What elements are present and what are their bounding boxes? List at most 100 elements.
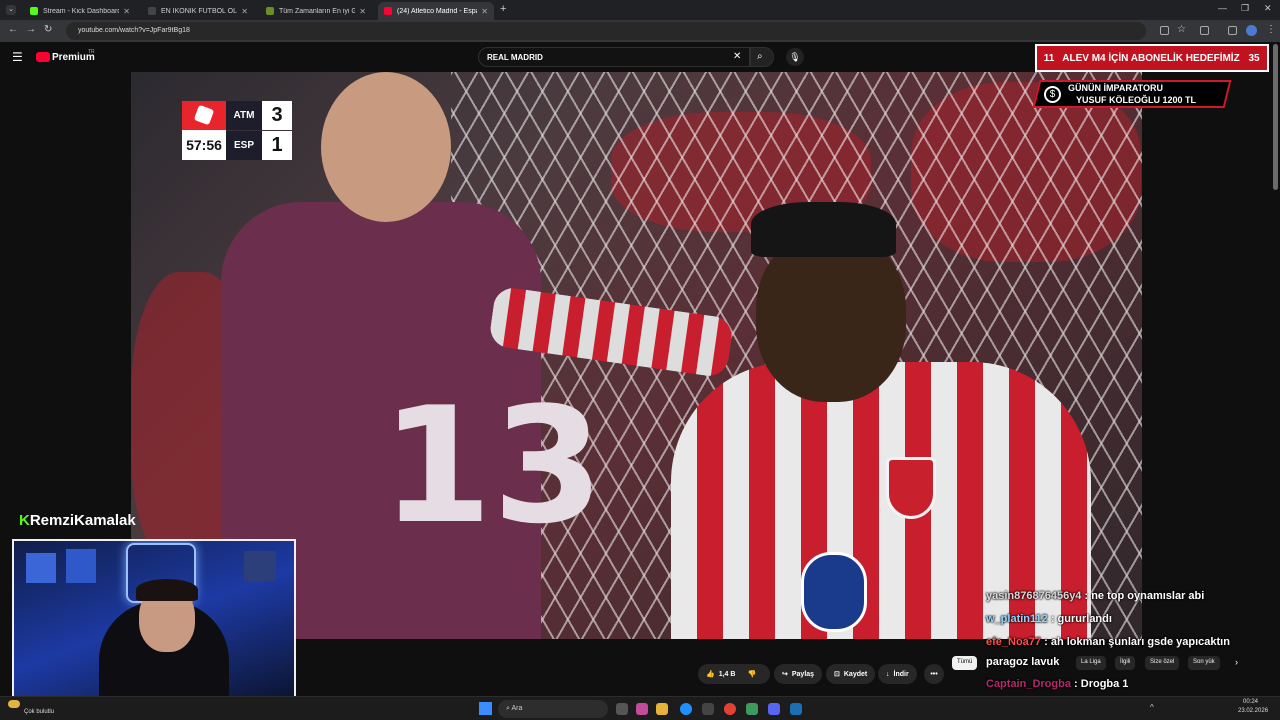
copilot-icon[interactable] (636, 703, 648, 715)
forward-icon[interactable]: → (26, 24, 36, 35)
edge-icon[interactable] (680, 703, 692, 715)
tab-title: (24) Atletico Madrid - Espanyol (397, 7, 477, 15)
address-bar[interactable]: youtube.com/watch?v=JpFar9tBg18 (66, 22, 1146, 40)
back-icon[interactable]: ← (8, 24, 18, 35)
cast-icon[interactable] (1160, 26, 1169, 35)
task-view-icon[interactable] (616, 703, 628, 715)
close-window-button[interactable]: ✕ (1264, 3, 1272, 14)
reload-icon[interactable]: ↻ (44, 24, 52, 35)
save-label: Kaydet (843, 670, 868, 678)
player-head (321, 72, 451, 222)
like-button[interactable]: 👍 1,4 B 👎 (698, 664, 770, 684)
sponsor-logo (801, 552, 867, 632)
star-icon[interactable]: ☆ (1177, 24, 1186, 35)
search-value: REAL MADRID (487, 53, 543, 62)
streamer-name: KRemziKamalak (19, 512, 136, 529)
chevron-right-icon[interactable]: › (1235, 657, 1238, 667)
streamer-hair (136, 579, 198, 601)
taskbar-search-label: Ara (511, 705, 523, 712)
goal-count: 11 (1043, 52, 1055, 64)
hamburger-menu-icon[interactable]: ☰ (12, 50, 23, 64)
youtube-icon (266, 7, 274, 15)
wall-frame (244, 551, 276, 581)
windows-taskbar: Çok bulutlu ⌕ Ara ^ 00:24 23.02.2026 (0, 696, 1280, 720)
tab-en-iyi-gol[interactable]: Tüm Zamanların En iyi Golü - T ✕ (260, 2, 372, 20)
wall-frame (66, 549, 96, 583)
chat-user: yasin876876456y4 (986, 590, 1082, 602)
bookmark-icon: ⊡ (834, 671, 840, 678)
match-clock: 57:56 (182, 130, 226, 160)
scoreboard: 57:56 ATM 3 ESP 1 (182, 101, 292, 160)
chrome-icon[interactable] (724, 703, 736, 715)
tab-atletico-espanyol[interactable]: (24) Atletico Madrid - Espanyol ✕ (378, 2, 494, 20)
clock-time: 00:24 (1243, 699, 1259, 705)
sidebar-icon[interactable] (1228, 26, 1237, 35)
menu-dots-icon[interactable]: ⋮ (1266, 24, 1276, 35)
browser-toolbar: ← → ↻ youtube.com/watch?v=JpFar9tBg18 ☆ … (0, 20, 1280, 42)
chat-message: Captain_Drogba : Drogba 1 (986, 678, 1128, 690)
minimize-button[interactable]: — (1218, 3, 1227, 13)
youtube-icon (148, 7, 156, 15)
thumbs-up-icon: 👍 (706, 671, 715, 678)
tab-title: Stream - Kick Dashboard (43, 7, 120, 15)
player-number: 13 (381, 372, 604, 559)
chat-text: : gururlandı (1047, 613, 1112, 625)
voice-search-icon[interactable]: 🎙 (786, 48, 804, 66)
search-input[interactable]: REAL MADRID (478, 47, 750, 67)
tab-search-button[interactable]: ⌄ (6, 5, 16, 15)
system-tray-icons[interactable] (1164, 703, 1234, 713)
chip-related[interactable]: İlgili (1115, 656, 1136, 670)
windows-start-icon[interactable] (479, 702, 492, 715)
streamer-label: RemziKamalak (29, 512, 136, 529)
chip-all[interactable]: Tümü (952, 656, 978, 670)
country-code: TR (88, 49, 95, 55)
tab-kick-dashboard[interactable]: Stream - Kick Dashboard ✕ (24, 2, 136, 20)
home-score: 3 (262, 101, 292, 130)
maximize-button[interactable]: ❐ (1241, 3, 1249, 14)
emperor-name: YUSUF KÖLEOĞLU 1200 TL (1076, 95, 1197, 105)
new-tab-button[interactable]: + (500, 3, 506, 15)
close-tab-icon[interactable]: ✕ (481, 7, 488, 16)
chip-laliga[interactable]: La Liga (1076, 656, 1106, 670)
away-score: 1 (262, 131, 292, 160)
taskbar-search[interactable]: ⌕ Ara (498, 700, 608, 718)
wall-frame (26, 553, 56, 583)
share-icon: ↪ (782, 671, 788, 678)
file-explorer-icon[interactable] (656, 703, 668, 715)
share-label: Paylaş (791, 670, 815, 678)
youtube-logo-icon[interactable] (36, 52, 50, 62)
close-tab-icon[interactable]: ✕ (241, 7, 248, 16)
chip-for-you[interactable]: Size özel (1145, 656, 1180, 670)
chat-user: efe_Noa77 (986, 636, 1042, 648)
more-icon: ••• (930, 670, 938, 678)
download-label: İndir (893, 670, 909, 678)
emperor-title: GÜNÜN İMPARATORU (1068, 83, 1163, 93)
search-icon: ⌕ (757, 51, 763, 62)
search-button[interactable]: ⌕ (750, 47, 774, 67)
weather-icon[interactable] (8, 700, 20, 708)
tab-ikonik[interactable]: EN İKONİK FUTBOL OLAYLARI ✕ (142, 2, 254, 20)
thumbs-down-icon[interactable]: 👎 (747, 670, 756, 678)
chat-text: : ah lokman şunları gsde yapıcaktın (1041, 636, 1230, 648)
save-button[interactable]: ⊡ Kaydet (826, 664, 876, 684)
player-headband (751, 202, 896, 257)
discord-icon[interactable] (768, 703, 780, 715)
download-button[interactable]: ↓ İndir (878, 664, 917, 684)
extensions-icon[interactable] (1200, 26, 1209, 35)
app-icon[interactable] (746, 703, 758, 715)
more-actions-button[interactable]: ••• (924, 664, 944, 684)
away-team: ESP (226, 131, 262, 160)
subscriber-goal-widget: 11 ALEV M4 İÇİN ABONELİK HEDEFİMİZ 35 (1035, 44, 1269, 72)
close-tab-icon[interactable]: ✕ (123, 7, 130, 16)
chip-recent[interactable]: Son yük (1188, 656, 1220, 670)
app-icon[interactable] (790, 703, 802, 715)
store-icon[interactable] (702, 703, 714, 715)
share-button[interactable]: ↪ Paylaş (774, 664, 823, 684)
close-tab-icon[interactable]: ✕ (359, 7, 366, 16)
url-text: youtube.com/watch?v=JpFar9tBg18 (78, 27, 190, 34)
page-scrollbar[interactable] (1273, 44, 1278, 190)
clear-search-icon[interactable]: ✕ (733, 51, 741, 62)
tray-chevron-icon[interactable]: ^ (1150, 703, 1154, 712)
profile-avatar[interactable] (1246, 25, 1257, 36)
kick-logo-icon: K (19, 512, 30, 529)
